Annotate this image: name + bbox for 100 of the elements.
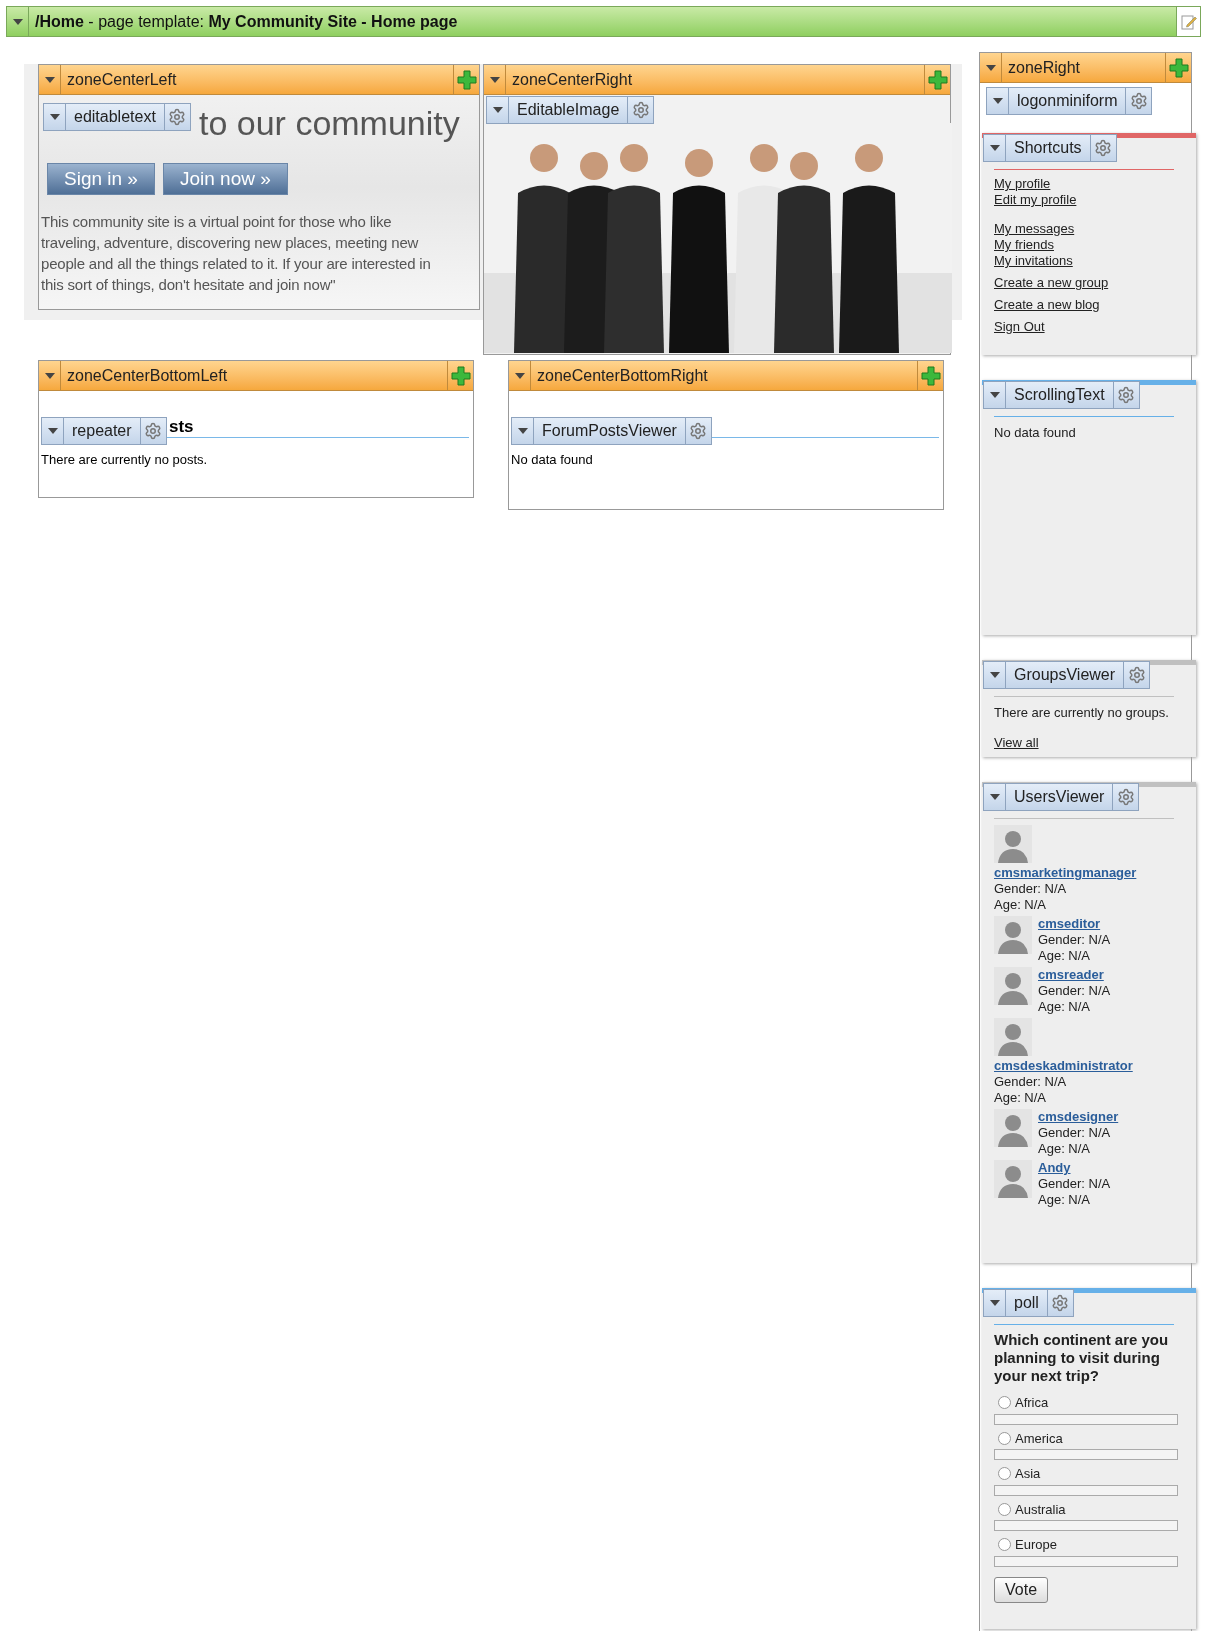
shortcut-link[interactable]: Sign Out [994, 319, 1045, 334]
add-icon [920, 365, 941, 386]
shortcut-link[interactable]: My invitations [994, 253, 1073, 268]
user-link[interactable]: cmsdeskadministrator [994, 1058, 1133, 1073]
option-label: Europe [1015, 1536, 1057, 1554]
dropdown-arrow-icon [492, 107, 503, 113]
option-label: Asia [1015, 1465, 1041, 1483]
message-text: There are currently no posts. [40, 451, 209, 469]
add-icon [1168, 57, 1189, 78]
section-heading: sts [169, 417, 195, 437]
edit-button[interactable] [1176, 7, 1200, 36]
avatar-icon [994, 1018, 1032, 1056]
message-text: No data found [994, 424, 1077, 442]
zone-title: zoneCenterRight [511, 69, 634, 90]
avatar-icon [994, 916, 1032, 954]
age-text: Age: N/A [1037, 999, 1092, 1015]
dropdown-arrow-icon [989, 145, 1000, 151]
dropdown-arrow-icon [985, 64, 996, 71]
settings-icon [1051, 1294, 1070, 1312]
dropdown-arrow-icon [44, 372, 55, 379]
dropdown-arrow-icon [989, 1300, 1000, 1306]
user-link[interactable]: cmsdesigner [1038, 1109, 1119, 1124]
gender-text: Gender: N/A [994, 881, 1068, 897]
message-text: No data found [510, 451, 594, 469]
user-link[interactable]: cmsreader [1038, 967, 1104, 982]
radio-button[interactable] [998, 1502, 1011, 1516]
add-icon [450, 365, 471, 386]
zone-title: zoneRight [1007, 57, 1082, 78]
avatar-icon [994, 967, 1032, 1005]
webpart-title: repeater [71, 421, 133, 441]
radio-button[interactable] [998, 1467, 1011, 1481]
webpart-title: EditableImage [516, 100, 621, 120]
webpart-title: ForumPostsViewer [541, 421, 678, 441]
zone-title: zoneCenterBottomLeft [66, 365, 229, 386]
poll-question: Which continent are you planning to visit during your next trip? [994, 1331, 1170, 1385]
dropdown-arrow-icon [489, 76, 500, 83]
gender-text: Gender: N/A [1037, 932, 1112, 948]
dropdown-arrow-icon [514, 372, 525, 379]
zone-title: zoneCenterBottomRight [536, 365, 709, 386]
gender-text: Gender: N/A [994, 1074, 1068, 1090]
webpart-title: editabletext [73, 107, 157, 127]
zone-title: zoneCenterLeft [66, 69, 178, 90]
option-label: America [1015, 1429, 1063, 1448]
add-icon [927, 69, 948, 90]
add-webpart-button[interactable] [447, 361, 473, 390]
radio-button[interactable] [998, 1396, 1011, 1410]
webpart-title: UsersViewer [1013, 787, 1106, 807]
intro-text: This community site is a virtual point for those who like traveling, adventure, discovering new places, meeting new people and all the things related to it. If your are interested in this sort of things, don't hesitate and join now" [40, 212, 432, 295]
age-text: Age: N/A [1037, 1141, 1092, 1157]
option-label: Australia [1015, 1500, 1066, 1519]
user-link[interactable]: cmsmarketingmanager [994, 865, 1137, 880]
dropdown-arrow-icon [47, 428, 58, 434]
avatar-icon [994, 1109, 1032, 1147]
user-link[interactable]: cmseditor [1038, 916, 1101, 931]
settings-icon [1117, 386, 1136, 404]
dropdown-arrow-icon [44, 76, 55, 83]
dropdown-arrow-icon [992, 98, 1003, 104]
gender-text: Gender: N/A [1037, 1176, 1112, 1192]
shortcut-link[interactable]: My profile [994, 176, 1051, 191]
settings-icon [1127, 666, 1146, 684]
age-text: Age: N/A [994, 1090, 1048, 1106]
settings-icon [1116, 788, 1135, 806]
dropdown-arrow-icon [989, 392, 1000, 398]
webpart-title: ScrollingText [1013, 385, 1106, 405]
avatar-icon [994, 825, 1032, 863]
webpart-title: logonminiform [1016, 91, 1119, 111]
radio-button[interactable] [998, 1538, 1011, 1552]
shortcut-link[interactable]: Create a new group [994, 275, 1109, 290]
view-all-link[interactable]: View all [994, 732, 1039, 752]
avatar-icon [994, 1160, 1032, 1198]
dropdown-arrow-icon [12, 18, 23, 25]
dropdown-arrow-icon [989, 672, 1000, 678]
add-webpart-button[interactable] [1165, 53, 1191, 82]
dropdown-arrow-icon [517, 428, 528, 434]
shortcut-link[interactable]: My friends [994, 237, 1054, 252]
add-webpart-button[interactable] [453, 65, 479, 94]
add-webpart-button[interactable] [924, 65, 950, 94]
add-webpart-button[interactable] [917, 361, 943, 390]
add-icon [456, 69, 477, 90]
option-label: Africa [1015, 1394, 1049, 1412]
radio-button[interactable] [998, 1431, 1011, 1445]
webpart-title: Shortcuts [1013, 138, 1083, 158]
settings-icon [168, 108, 187, 126]
user-link[interactable]: Andy [1038, 1160, 1071, 1175]
shortcut-link[interactable]: My messages [994, 221, 1075, 236]
shortcut-link[interactable]: Create a new blog [994, 297, 1100, 312]
settings-icon [689, 422, 708, 440]
settings-icon [1130, 92, 1148, 110]
gender-text: Gender: N/A [1037, 983, 1112, 999]
age-text: Age: N/A [1037, 948, 1092, 964]
age-text: Age: N/A [1037, 1192, 1092, 1208]
webpart-title: GroupsViewer [1013, 665, 1117, 685]
shortcut-link[interactable]: Edit my profile [994, 192, 1077, 207]
message-text: There are currently no groups. [994, 704, 1170, 722]
edit-icon [1180, 13, 1197, 30]
dropdown-arrow-icon [989, 794, 1000, 800]
dropdown-arrow-icon [49, 114, 60, 120]
vote-button[interactable]: Vote [994, 1576, 1049, 1603]
webpart-title: poll [1013, 1293, 1040, 1313]
settings-icon [1094, 139, 1113, 157]
